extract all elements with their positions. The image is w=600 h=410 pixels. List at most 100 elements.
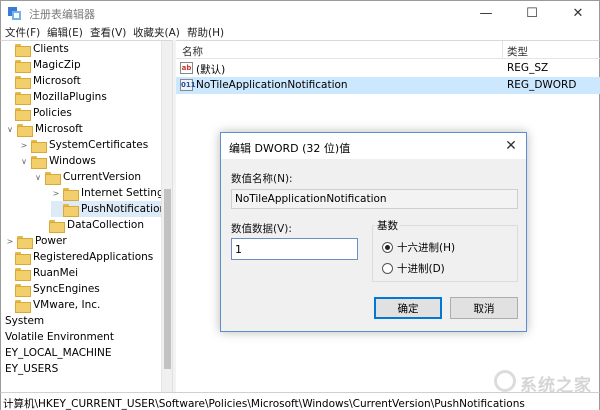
tree-item-label: Microsoft [35,123,83,135]
tree-item-label: MozillaPlugins [33,91,107,103]
tree-item-label: RegisteredApplications [33,251,154,263]
expand-caret-icon[interactable] [1,361,3,377]
menu-help[interactable]: 帮助(H) [187,25,224,40]
expand-caret-icon[interactable] [3,249,13,265]
radio-selected-icon[interactable] [382,241,393,253]
collapse-caret-icon[interactable]: ∨ [5,121,15,137]
expand-caret-icon[interactable] [37,217,47,233]
regedit-app-icon [8,7,21,20]
maximize-button[interactable]: ☐ [509,1,555,25]
tree-item-microsoft[interactable]: Microsoft [3,73,81,89]
column-header-type[interactable]: 类型 [507,44,528,59]
folder-icon [63,203,79,217]
tree-item-syncengines[interactable]: SyncEngines [3,281,100,297]
tree-item-hkey-local-machine[interactable]: EY_LOCAL_MACHINE [1,345,112,361]
watermark: 系统之家 [488,366,600,396]
tree-item-windows[interactable]: ∨ Windows [19,153,96,169]
tree-item-systemcertificates[interactable]: > SystemCertificates [19,137,148,153]
column-header-name[interactable]: 名称 [182,44,203,59]
tree-item-volatile-environment[interactable]: Volatile Environment [1,329,114,345]
tree-item-power[interactable]: > Power [5,233,67,249]
menu-view[interactable]: 查看(V) [90,25,126,40]
tree-item-label: Microsoft [33,75,81,87]
expand-caret-icon[interactable]: > [5,233,15,249]
radio-hexadecimal-label: 十六进制(H) [397,241,456,254]
tree-item-currentversion[interactable]: ∨ CurrentVersion [33,169,141,185]
tree-item-label: MagicZip [33,59,81,71]
folder-icon [31,139,47,153]
expand-caret-icon[interactable] [3,57,13,73]
radio-decimal[interactable]: 十进制(D) [382,261,445,275]
cancel-button[interactable]: 取消 [450,297,518,319]
tree-item-internet-settings[interactable]: > Internet Settings [51,185,169,201]
tree-item-datacollection[interactable]: DataCollection [37,217,144,233]
tree-item-system[interactable]: System [1,313,44,329]
expand-caret-icon[interactable]: > [51,185,61,201]
expand-caret-icon[interactable] [3,73,13,89]
radio-hexadecimal[interactable]: 十六进制(H) [382,240,455,254]
tree-item-vmware[interactable]: VMware, Inc. [3,297,100,313]
list-header: 名称 类型 [176,41,600,59]
value-type: REG_SZ [507,62,549,74]
value-name: (默认) [196,64,226,76]
tree-item-label: SystemCertificates [49,139,149,151]
tree-item-label: RuanMei [33,267,79,279]
expand-caret-icon[interactable] [1,329,3,345]
folder-icon [63,187,79,201]
expand-caret-icon[interactable] [1,313,3,329]
close-button[interactable]: ✕ [555,1,600,25]
menu-favorites[interactable]: 收藏夹(A) [133,25,180,40]
folder-icon [49,219,65,233]
tree-item-label: EY_USERS [5,363,59,375]
tree-item-label: Policies [33,107,72,119]
column-divider[interactable] [502,41,503,59]
tree-item-registeredapplications[interactable]: RegisteredApplications [3,249,153,265]
minimize-button[interactable]: — [463,1,509,25]
ok-button[interactable]: 确定 [374,297,442,319]
folder-icon [15,251,31,265]
expand-caret-icon[interactable] [3,297,13,313]
value-row[interactable]: ab (默认) REG_SZ [176,60,600,77]
value-name-field: NoTileApplicationNotification [231,189,518,209]
tree-item-label: CurrentVersion [63,171,142,183]
collapse-caret-icon[interactable]: ∨ [19,153,29,169]
tree-item-label: DataCollection [67,219,145,231]
value-name-label: 数值名称(N): [231,173,293,185]
menu-file[interactable]: 文件(F) [5,25,40,40]
expand-caret-icon[interactable] [3,41,13,57]
value-row[interactable]: 011 NoTileApplicationNotification REG_DW… [176,77,600,94]
collapse-caret-icon[interactable]: ∨ [33,169,43,185]
folder-icon [15,75,31,89]
dialog-titlebar[interactable]: 编辑 DWORD (32 位)值 ✕ [221,133,526,159]
folder-icon [31,155,47,169]
edit-dword-dialog: 编辑 DWORD (32 位)值 ✕ 数值名称(N): NoTileApplic… [220,132,527,332]
tree-item-label: VMware, Inc. [33,299,101,311]
radio-unselected-icon[interactable] [382,262,393,274]
tree-scrollbar-thumb[interactable] [164,189,171,369]
expand-caret-icon[interactable] [1,345,3,361]
tree-item-mozillaplugins[interactable]: MozillaPlugins [3,89,107,105]
status-bar: 计算机\HKEY_CURRENT_USER\Software\Policies\… [0,392,600,410]
tree-item-policies[interactable]: Policies [3,105,72,121]
menu-edit[interactable]: 编辑(E) [47,25,83,40]
tree-item-hkey-users[interactable]: EY_USERS [1,361,59,377]
dialog-close-button[interactable]: ✕ [501,136,521,156]
watermark-logo-icon [494,370,516,392]
tree-item-ruanmei[interactable]: RuanMei [3,265,78,281]
expand-caret-icon[interactable] [3,105,13,121]
expand-caret-icon[interactable] [3,265,13,281]
tree-scrollbar[interactable] [161,41,172,392]
tree-item-clients[interactable]: Clients [3,41,69,57]
tree-item-policies-microsoft[interactable]: ∨ Microsoft [5,121,83,137]
tree-item-magiczip[interactable]: MagicZip [3,57,81,73]
folder-icon [15,43,31,57]
tree-item-label: EY_LOCAL_MACHINE [5,347,112,359]
tree-item-label: SyncEngines [33,283,100,295]
expand-caret-icon [51,201,61,217]
dialog-title: 编辑 DWORD (32 位)值 [229,142,351,155]
expand-caret-icon[interactable] [3,89,13,105]
expand-caret-icon[interactable]: > [19,137,29,153]
value-data-input[interactable] [231,238,358,260]
expand-caret-icon[interactable] [3,281,13,297]
tree-item-pushnotifications[interactable]: PushNotifications [51,201,172,217]
